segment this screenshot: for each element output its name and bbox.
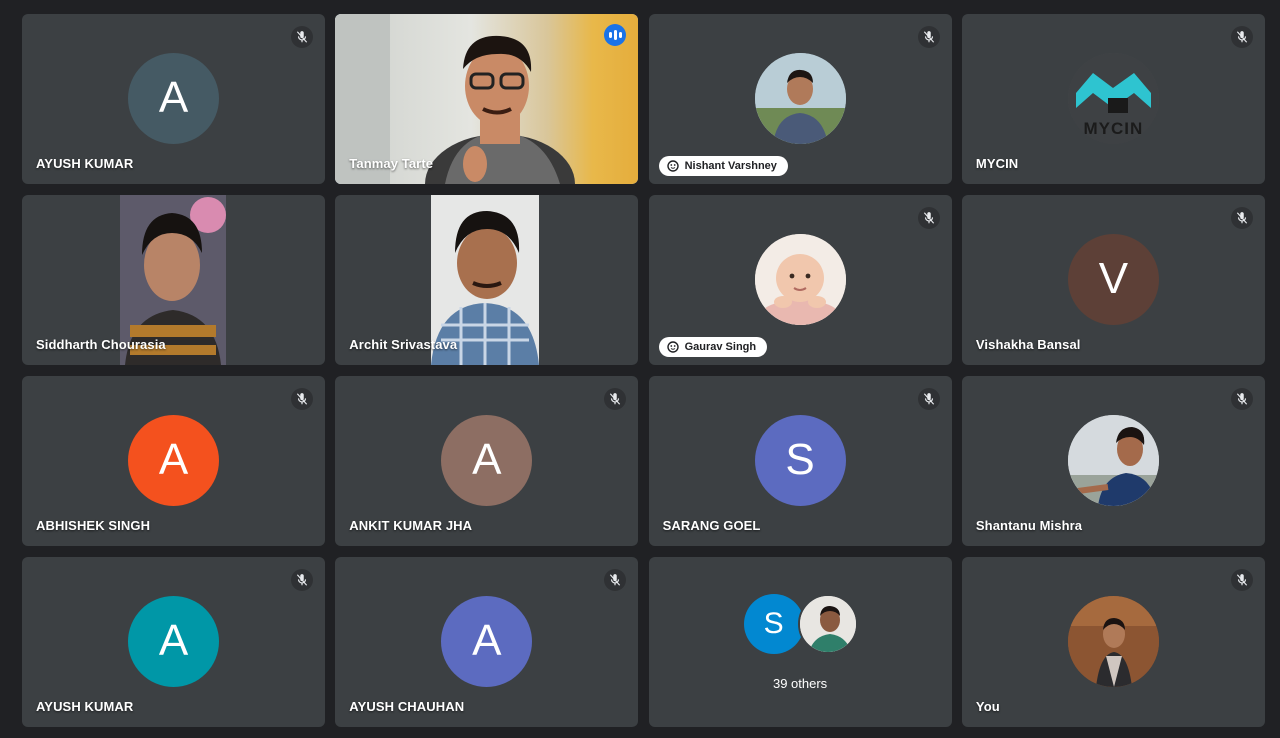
participant-tile-shantanu-mishra[interactable]: Shantanu Mishra: [961, 376, 1265, 546]
participant-name: Nishant Varshney: [684, 160, 777, 172]
participant-name: AYUSH KUMAR: [36, 156, 134, 171]
participant-name: Archit Srivastava: [349, 337, 458, 352]
participant-name: ANKIT KUMAR JHA: [349, 518, 473, 533]
avatar: [1067, 414, 1159, 506]
participant-tile-mycin[interactable]: MYCIN MYCIN: [961, 14, 1265, 184]
mic-off-icon: [1230, 26, 1253, 48]
participant-tile-archit-srivastava[interactable]: Archit Srivastava: [335, 195, 639, 365]
participant-tile-ayush-chauhan[interactable]: A AYUSH CHAUHAN: [335, 557, 639, 727]
participant-tile-vishakha-bansal[interactable]: V Vishakha Bansal: [961, 195, 1265, 365]
avatar: S: [743, 594, 804, 654]
participant-tile-ayush-kumar[interactable]: A AYUSH KUMAR: [22, 14, 325, 184]
avatar: [797, 594, 858, 654]
mic-off-icon: [604, 569, 627, 591]
avatar: S: [754, 414, 846, 506]
others-tile[interactable]: S 39 others: [648, 557, 952, 727]
participant-name: SARANG GOEL: [662, 518, 761, 533]
avatar: A: [441, 414, 533, 506]
avatar: A: [128, 595, 219, 687]
participant-name: AYUSH CHAUHAN: [349, 699, 465, 714]
mic-off-icon: [917, 207, 940, 229]
avatar: [754, 52, 846, 144]
avatar: [754, 233, 846, 325]
participant-tile-you[interactable]: You: [961, 557, 1265, 727]
participant-name: AYUSH KUMAR: [36, 699, 134, 714]
mic-off-icon: [917, 388, 940, 410]
face-icon: [666, 160, 679, 172]
mic-off-icon: [604, 388, 627, 410]
mic-off-icon: [1230, 207, 1253, 229]
participant-name-chip: Nishant Varshney: [658, 156, 788, 176]
participant-name: ABHISHEK SINGH: [36, 518, 151, 533]
others-avatars: S: [743, 594, 864, 658]
participant-tile-tanmay-tarte[interactable]: Tanmay Tarte: [335, 14, 639, 184]
participant-tile-ayush-kumar-2[interactable]: A AYUSH KUMAR: [22, 557, 325, 727]
participant-tile-nishant-varshney[interactable]: Nishant Varshney: [648, 14, 952, 184]
face-icon: [666, 341, 679, 353]
mic-off-icon: [291, 569, 313, 591]
mic-off-icon: [917, 26, 940, 48]
participant-grid: A AYUSH KUMAR Tanmay Tarte Nishant Varsh…: [22, 14, 1266, 727]
others-count: 39 others: [772, 676, 828, 691]
participant-tile-ankit-kumar-jha[interactable]: A ANKIT KUMAR JHA: [335, 376, 639, 546]
logo-text: MYCIN: [1083, 118, 1144, 138]
participant-tile-gaurav-singh[interactable]: Gaurav Singh: [648, 195, 952, 365]
avatar: [1067, 595, 1159, 687]
participant-tile-abhishek-singh[interactable]: A ABHISHEK SINGH: [22, 376, 325, 546]
participant-name: Tanmay Tarte: [349, 156, 434, 171]
participant-name: You: [975, 699, 1000, 714]
mic-off-icon: [1230, 388, 1253, 410]
participant-tile-sarang-goel[interactable]: S SARANG GOEL: [648, 376, 952, 546]
participant-name: Siddharth Chourasia: [36, 337, 166, 352]
participant-name: Gaurav Singh: [684, 341, 757, 353]
mic-off-icon: [1230, 569, 1253, 591]
mic-off-icon: [291, 388, 313, 410]
avatar: A: [441, 595, 533, 687]
participant-name-chip: Gaurav Singh: [658, 337, 768, 357]
mycin-logo: MYCIN: [1067, 52, 1159, 144]
participant-name: Vishakha Bansal: [975, 337, 1081, 352]
avatar: V: [1067, 233, 1159, 325]
mic-off-icon: [291, 26, 313, 48]
avatar: A: [128, 52, 219, 144]
participant-name: MYCIN: [975, 156, 1019, 171]
participant-name: Shantanu Mishra: [975, 518, 1083, 533]
participant-tile-siddharth-chourasia[interactable]: Siddharth Chourasia: [22, 195, 325, 365]
avatar: A: [128, 414, 219, 506]
